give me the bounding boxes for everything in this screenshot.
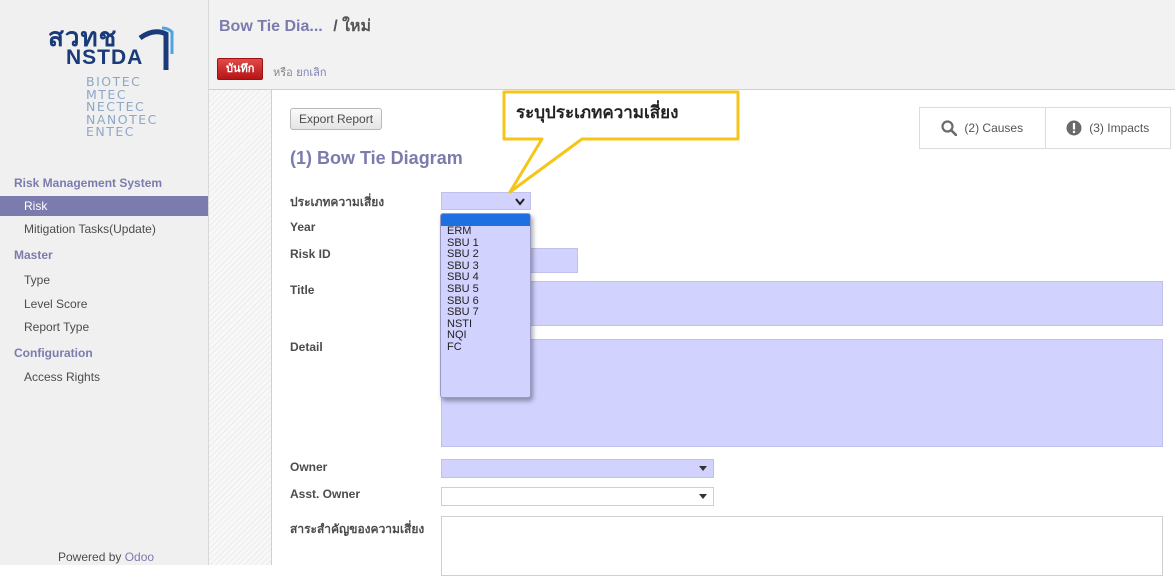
asst-owner-select[interactable] <box>441 487 714 506</box>
form-title: (1) Bow Tie Diagram <box>290 148 463 168</box>
causes-label: (2) Causes <box>964 121 1024 135</box>
form-sheet: Export Report ระบุประเภทความเสี่ยง (1) B… <box>272 90 1175 576</box>
label-risk-type: ประเภทความเสี่ยง <box>290 195 385 209</box>
breadcrumb-parent[interactable]: Bow Tie Dia... <box>219 18 323 35</box>
callout-text: ระบุประเภทความเสี่ยง <box>516 103 679 123</box>
label-title: Title <box>290 283 315 297</box>
impacts-button[interactable]: (3) Impacts <box>1044 108 1171 148</box>
export-report-button[interactable]: Export Report <box>290 108 383 130</box>
powered-by: Powered by Odoo <box>58 550 154 564</box>
caret-down-icon <box>699 494 707 499</box>
or-cancel: หรือ ยกเลิก <box>273 63 327 81</box>
risk-id-input[interactable] <box>529 248 578 273</box>
dropdown-option[interactable]: ERM <box>441 225 530 238</box>
sidebar-item-risk[interactable]: Risk <box>0 196 208 216</box>
sidebar-item-report-type[interactable]: Report Type <box>0 317 208 337</box>
sidebar-item-type[interactable]: Type <box>0 270 208 290</box>
caret-down-icon <box>699 466 707 471</box>
smart-buttons: (2) Causes (3) Impacts <box>919 107 1171 149</box>
label-owner: Owner <box>290 460 328 474</box>
label-risk-id: Risk ID <box>290 247 331 261</box>
label-year: Year <box>290 220 316 234</box>
search-icon <box>941 120 958 136</box>
sidebar-item-level-score[interactable]: Level Score <box>0 294 208 314</box>
logo-org-list: BIOTEC MTEC NECTEC NANOTEC ENTEC <box>86 75 188 139</box>
risk-essence-textarea[interactable] <box>441 516 1163 576</box>
dropdown-option[interactable]: SBU 7 <box>441 307 530 319</box>
or-label: หรือ <box>273 66 293 79</box>
sidebar-item-access-rights[interactable]: Access Rights <box>0 367 208 387</box>
impacts-label: (3) Impacts <box>1089 121 1150 135</box>
org-name: ENTEC <box>86 124 136 139</box>
detail-textarea[interactable] <box>441 339 1163 447</box>
menu-section-master: Master <box>14 248 53 262</box>
exclamation-icon <box>1066 120 1082 136</box>
title-textarea[interactable] <box>441 281 1163 326</box>
logo-arc-icon <box>138 26 174 70</box>
sidebar-item-mitigation-tasks[interactable]: Mitigation Tasks(Update) <box>0 219 208 239</box>
label-risk-essence: สาระสำคัญของความเสี่ยง <box>290 522 425 536</box>
powered-prefix: Powered by <box>58 550 122 564</box>
form-header: Bow Tie Dia... / ใหม่ บันทึก หรือ ยกเลิก <box>209 0 1175 90</box>
dropdown-option[interactable]: SBU 5 <box>441 283 530 296</box>
sheet-background <box>209 90 272 565</box>
causes-button[interactable]: (2) Causes <box>920 108 1045 148</box>
breadcrumb: Bow Tie Dia... / ใหม่ <box>219 14 371 39</box>
menu-section-risk-management: Risk Management System <box>14 176 163 190</box>
save-button[interactable]: บันทึก <box>217 58 264 80</box>
risk-type-dropdown-list: ERM SBU 1 SBU 2 SBU 3 SBU 4 SBU 5 SBU 6 … <box>440 213 531 398</box>
breadcrumb-current: / ใหม่ <box>333 18 371 35</box>
owner-select[interactable] <box>441 459 714 478</box>
menu-section-configuration: Configuration <box>14 346 93 360</box>
sidebar: สวทช NSTDA BIOTEC MTEC NECTEC NANOTEC EN… <box>0 0 209 565</box>
cancel-link[interactable]: ยกเลิก <box>296 66 326 79</box>
label-detail: Detail <box>290 340 323 354</box>
nstda-logo: สวทช NSTDA BIOTEC MTEC NECTEC NANOTEC EN… <box>48 24 188 156</box>
odoo-link[interactable]: Odoo <box>125 550 154 564</box>
dropdown-option[interactable]: FC <box>441 341 530 354</box>
label-asst-owner: Asst. Owner <box>290 487 361 501</box>
